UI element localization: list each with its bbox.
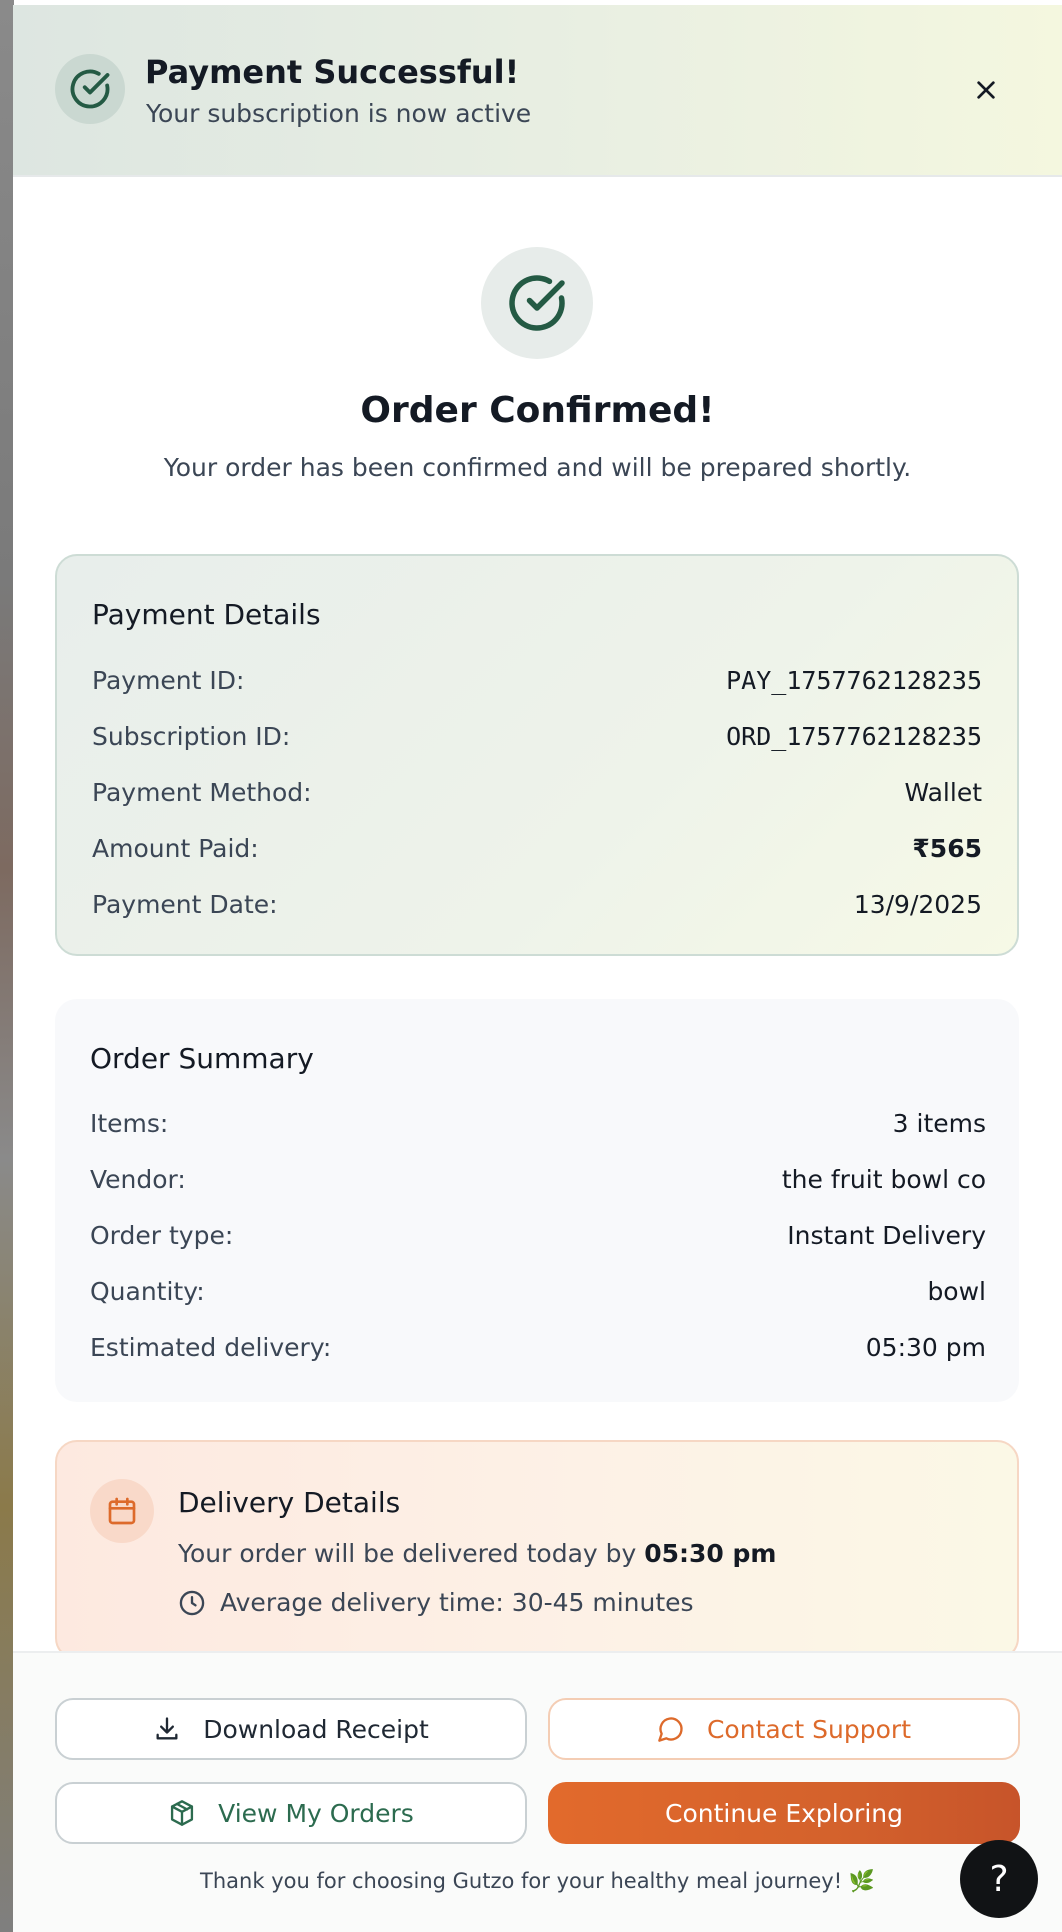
payment-success-banner: Payment Successful! Your subscription is… <box>13 5 1062 177</box>
subscription-id-label: Subscription ID: <box>92 722 291 751</box>
backdrop-overlay <box>0 0 14 1932</box>
average-delivery-text: Average delivery time: 30-45 minutes <box>220 1588 694 1617</box>
contact-support-label: Contact Support <box>706 1714 912 1744</box>
amount-paid-value: ₹565 <box>912 834 982 863</box>
estimated-delivery-label: Estimated delivery: <box>90 1333 332 1362</box>
help-icon: ? <box>989 1858 1009 1900</box>
check-circle-icon <box>481 247 593 359</box>
subscription-id-row: Subscription ID: ORD_1757762128235 <box>57 716 1017 756</box>
subscription-id-value: ORD_1757762128235 <box>726 722 982 751</box>
average-delivery-time: Average delivery time: 30-45 minutes <box>178 1588 694 1617</box>
continue-exploring-label: Continue Exploring <box>664 1798 903 1828</box>
thank-you-message: Thank you for choosing Gutzo for your he… <box>200 1869 875 1893</box>
order-type-value: Instant Delivery <box>787 1221 986 1250</box>
order-confirmation-modal: Payment Successful! Your subscription is… <box>13 5 1062 1932</box>
page-title: Order Confirmed! <box>360 390 715 431</box>
package-icon <box>168 1799 196 1827</box>
payment-details-card: Payment Details Payment ID: PAY_17577621… <box>55 554 1019 956</box>
order-type-label: Order type: <box>90 1221 234 1250</box>
vendor-row: Vendor: the fruit bowl co <box>55 1159 1019 1199</box>
quantity-label: Quantity: <box>90 1277 205 1306</box>
download-receipt-button[interactable]: Download Receipt <box>55 1698 527 1760</box>
view-my-orders-label: View My Orders <box>218 1798 414 1828</box>
order-summary-title: Order Summary <box>90 1042 314 1075</box>
delivery-eta-text: Your order will be delivered today by 05… <box>178 1539 776 1568</box>
items-row: Items: 3 items <box>55 1103 1019 1143</box>
help-button[interactable]: ? <box>960 1840 1038 1918</box>
payment-date-label: Payment Date: <box>92 890 278 919</box>
quantity-value: bowl <box>927 1277 986 1306</box>
download-receipt-label: Download Receipt <box>203 1714 429 1744</box>
estimated-delivery-value: 05:30 pm <box>865 1333 986 1362</box>
quantity-row: Quantity: bowl <box>55 1271 1019 1311</box>
items-value: 3 items <box>892 1109 986 1138</box>
delivery-eta-prefix: Your order will be delivered today by <box>178 1539 645 1568</box>
order-type-row: Order type: Instant Delivery <box>55 1215 1019 1255</box>
contact-support-button[interactable]: Contact Support <box>548 1698 1020 1760</box>
delivery-eta-time: 05:30 pm <box>644 1539 777 1568</box>
calendar-icon <box>90 1479 154 1543</box>
payment-details-title: Payment Details <box>92 598 321 631</box>
payment-id-label: Payment ID: <box>92 666 245 695</box>
payment-method-label: Payment Method: <box>92 778 312 807</box>
banner-subtitle: Your subscription is now active <box>146 99 532 128</box>
clock-icon <box>178 1589 206 1617</box>
payment-id-value: PAY_1757762128235 <box>726 666 982 695</box>
action-footer: Download Receipt Contact Support View My… <box>13 1651 1062 1932</box>
view-my-orders-button[interactable]: View My Orders <box>55 1782 527 1844</box>
continue-exploring-button[interactable]: Continue Exploring <box>548 1782 1020 1844</box>
check-circle-icon <box>55 54 125 124</box>
download-icon <box>153 1715 181 1743</box>
vendor-label: Vendor: <box>90 1165 186 1194</box>
payment-method-value: Wallet <box>904 778 982 807</box>
vendor-value: the fruit bowl co <box>781 1165 986 1194</box>
banner-title: Payment Successful! <box>145 53 520 91</box>
chat-bubble-icon <box>657 1715 685 1743</box>
order-summary-card: Order Summary Items: 3 items Vendor: the… <box>55 999 1019 1402</box>
payment-id-row: Payment ID: PAY_1757762128235 <box>57 660 1017 700</box>
amount-paid-row: Amount Paid: ₹565 <box>57 828 1017 868</box>
payment-date-row: Payment Date: 13/9/2025 <box>57 884 1017 924</box>
page-subtitle: Your order has been confirmed and will b… <box>163 453 912 482</box>
delivery-details-title: Delivery Details <box>178 1486 401 1519</box>
delivery-details-card: Delivery Details Your order will be deli… <box>55 1440 1019 1660</box>
amount-paid-label: Amount Paid: <box>92 834 259 863</box>
close-icon[interactable] <box>968 72 1004 108</box>
payment-date-value: 13/9/2025 <box>853 890 982 919</box>
items-label: Items: <box>90 1109 169 1138</box>
payment-method-row: Payment Method: Wallet <box>57 772 1017 812</box>
estimated-delivery-row: Estimated delivery: 05:30 pm <box>55 1327 1019 1367</box>
